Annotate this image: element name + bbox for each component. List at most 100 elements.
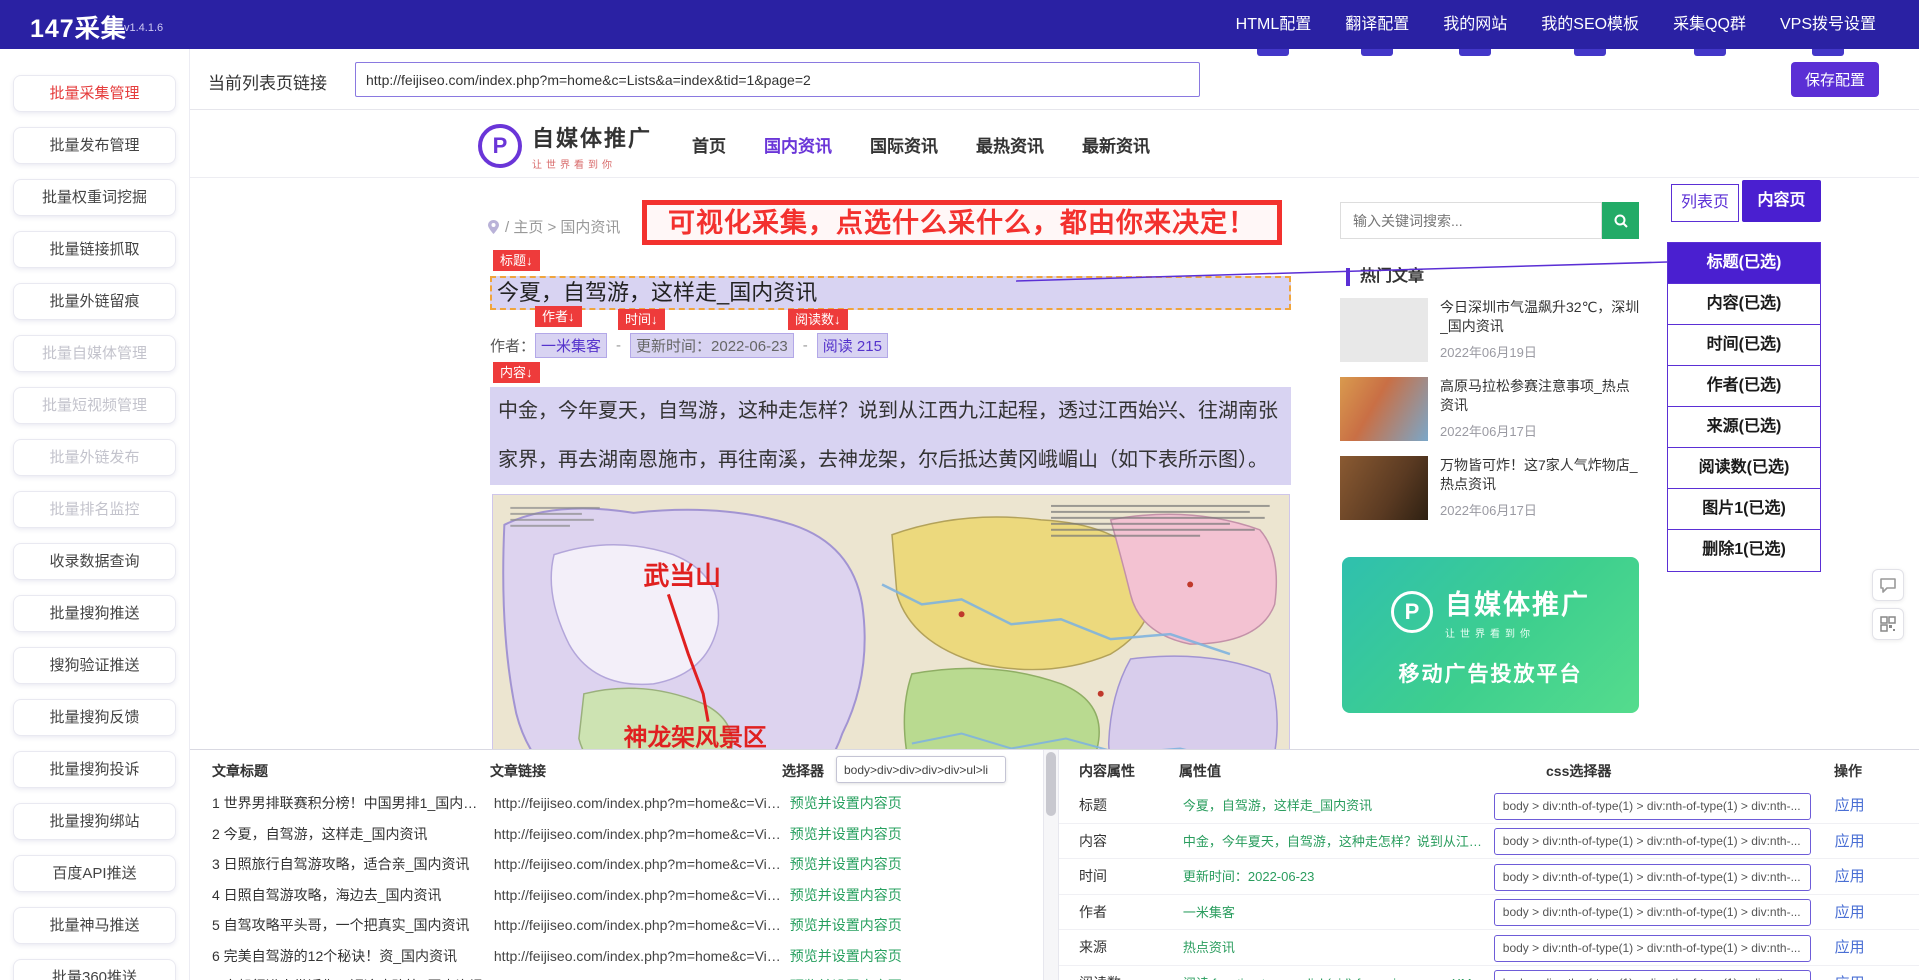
field-item[interactable]: 来源(已选) [1668, 407, 1820, 448]
css-selector-input[interactable]: body > div:nth-of-type(1) > div:nth-of-t… [1494, 828, 1811, 855]
reads-field-tag[interactable]: 阅读数↓ [788, 309, 848, 330]
hot-article-date: 2022年06月17日 [1440, 500, 1640, 519]
topbar-nav-item[interactable]: 我的SEO模板 [1524, 0, 1656, 49]
sidebar-item[interactable]: 批量360推送 [13, 959, 176, 980]
author-value[interactable]: 一米集客 [535, 333, 607, 358]
sidebar-item[interactable]: 批量发布管理 [13, 127, 176, 164]
sidebar-item[interactable]: 批量短视频管理 [13, 387, 176, 424]
site-nav-item[interactable]: 国内资讯 [764, 132, 832, 157]
hot-article[interactable]: 高原马拉松参赛注意事项_热点资讯 2022年06月17日 [1340, 377, 1640, 444]
article-row-title: 7 自驾行进人带近你：短途攻略等_国内资讯 [212, 971, 490, 980]
preview-set-content-link[interactable]: 预览并设置内容页 [790, 826, 902, 842]
field-item[interactable]: 阅读数(已选) [1668, 448, 1820, 489]
time-field-tag[interactable]: 时间↓ [618, 309, 665, 330]
preview-set-content-link[interactable]: 预览并设置内容页 [790, 917, 902, 933]
field-item[interactable]: 删除1(已选) [1668, 530, 1820, 571]
hot-article[interactable]: 万物皆可炸！这7家人气炸物店_热点资讯 2022年06月17日 [1340, 456, 1640, 523]
css-selector-input[interactable]: body > div:nth-of-type(1) > div:nth-of-t… [1494, 970, 1811, 980]
content-field-tag[interactable]: 内容↓ [493, 362, 540, 383]
hot-articles-heading: 热门文章 [1346, 268, 1424, 286]
apply-button[interactable]: 应用 [1835, 975, 1865, 980]
nav-indicator [1812, 49, 1844, 56]
author-field-tag[interactable]: 作者↓ [535, 306, 582, 327]
sidebar-item[interactable]: 批量采集管理 [13, 75, 176, 112]
article-title[interactable]: 今夏，自驾游，这样走_国内资讯 [490, 276, 1291, 310]
css-selector-input[interactable]: body > div:nth-of-type(1) > div:nth-of-t… [1494, 793, 1811, 820]
site-nav-item[interactable]: 最新资讯 [1082, 132, 1150, 157]
col-content-attr: 内容属性 [1079, 761, 1135, 781]
list-selector-input[interactable] [836, 756, 1006, 783]
field-item[interactable]: 图片1(已选) [1668, 489, 1820, 530]
site-search-button[interactable] [1602, 202, 1639, 239]
sidebar-item[interactable]: 批量搜狗反馈 [13, 699, 176, 736]
css-selector-input[interactable]: body > div:nth-of-type(1) > div:nth-of-t… [1494, 899, 1811, 926]
field-item[interactable]: 时间(已选) [1668, 325, 1820, 366]
preview-set-content-link[interactable]: 预览并设置内容页 [790, 887, 902, 903]
site-nav-item[interactable]: 国际资讯 [870, 132, 938, 157]
col-css-selector: css选择器 [1546, 761, 1611, 781]
sidebar-item[interactable]: 批量搜狗绑站 [13, 803, 176, 840]
apply-button[interactable]: 应用 [1835, 904, 1865, 921]
sidebar-item[interactable]: 收录数据查询 [13, 543, 176, 580]
sidebar-item[interactable]: 百度API推送 [13, 855, 176, 892]
site-nav-item[interactable]: 最热资讯 [976, 132, 1044, 157]
sidebar-item[interactable]: 批量权重词挖掘 [13, 179, 176, 216]
list-scrollbar[interactable] [1043, 750, 1058, 980]
apply-button[interactable]: 应用 [1835, 868, 1865, 885]
site-nav-item[interactable]: 首页 [692, 132, 726, 157]
qr-code-button[interactable] [1872, 608, 1904, 640]
hot-article[interactable]: 今日深圳市气温飙升32℃，深圳_国内资讯 2022年06月19日 [1340, 298, 1640, 365]
preview-set-content-link[interactable]: 预览并设置内容页 [790, 795, 902, 811]
scrollbar-thumb[interactable] [1046, 752, 1056, 816]
topbar-nav-item[interactable]: VPS拨号设置 [1763, 0, 1893, 49]
sidebar-item[interactable]: 批量链接抓取 [13, 231, 176, 268]
sidebar-item[interactable]: 批量外链留痕 [13, 283, 176, 320]
sidebar-item[interactable]: 批量自媒体管理 [13, 335, 176, 372]
attribute-value: 更新时间：2022-06-23 [1183, 859, 1490, 895]
article-row: 6 完美自驾游的12个秘诀！资_国内资讯 http://feijiseo.com… [190, 941, 1043, 972]
topbar-nav-item[interactable]: 采集QQ群 [1656, 0, 1763, 49]
hot-article-title[interactable]: 万物皆可炸！这7家人气炸物店_热点资讯 [1440, 456, 1640, 494]
hot-article-date: 2022年06月17日 [1440, 421, 1640, 440]
field-item[interactable]: 作者(已选) [1668, 366, 1820, 407]
sidebar-item[interactable]: 搜狗验证推送 [13, 647, 176, 684]
tab-content-page[interactable]: 内容页 [1742, 180, 1821, 222]
hot-article-title[interactable]: 高原马拉松参赛注意事项_热点资讯 [1440, 377, 1640, 415]
hot-article-title[interactable]: 今日深圳市气温飙升32℃，深圳_国内资讯 [1440, 298, 1640, 336]
site-search-input[interactable] [1340, 202, 1602, 239]
topbar-nav-item[interactable]: HTML配置 [1219, 0, 1329, 49]
article-row-link: http://feijiseo.com/index.php?m=home&c=V… [494, 819, 782, 850]
topbar-nav-item[interactable]: 翻译配置 [1328, 0, 1426, 49]
apply-button[interactable]: 应用 [1835, 797, 1865, 814]
tab-list-page[interactable]: 列表页 [1671, 184, 1739, 222]
preview-set-content-link[interactable]: 预览并设置内容页 [790, 948, 902, 964]
topbar-nav-item[interactable]: 我的网站 [1426, 0, 1524, 49]
col-attr-value: 属性值 [1179, 761, 1221, 781]
css-selector-input[interactable]: body > div:nth-of-type(1) > div:nth-of-t… [1494, 935, 1811, 962]
ad-banner[interactable]: P 自媒体推广 让世界看到你 移动广告投放平台 [1342, 557, 1639, 713]
sidebar-item[interactable]: 批量排名监控 [13, 491, 176, 528]
time-value[interactable]: 更新时间：2022-06-23 [630, 333, 794, 358]
sidebar-item[interactable]: 批量外链发布 [13, 439, 176, 476]
article-content[interactable]: 中金，今年夏天，自驾游，这种走怎样？说到从江西九江起程，透过江西始兴、往湖南张家… [490, 387, 1291, 485]
breadcrumb[interactable]: / 主页 > 国内资讯 [488, 216, 620, 237]
list-url-input[interactable] [355, 62, 1200, 97]
reads-value[interactable]: 阅读 215 [817, 333, 888, 358]
sidebar-item[interactable]: 批量神马推送 [13, 907, 176, 944]
field-item[interactable]: 标题(已选) [1668, 243, 1820, 284]
ad-caption: 移动广告投放平台 [1342, 658, 1639, 688]
save-config-button[interactable]: 保存配置 [1791, 62, 1879, 97]
preview-set-content-link[interactable]: 预览并设置内容页 [790, 856, 902, 872]
ad-logo-icon: P [1391, 591, 1433, 633]
apply-button[interactable]: 应用 [1835, 939, 1865, 956]
article-list-header: 文章标题 文章链接 选择器 [190, 750, 1043, 788]
apply-button[interactable]: 应用 [1835, 833, 1865, 850]
feedback-button[interactable] [1872, 569, 1904, 601]
title-field-tag[interactable]: 标题↓ [493, 250, 540, 271]
meta-separator: - [616, 337, 621, 354]
article-map-image[interactable]: 武当山 神龙架风景区 [492, 494, 1290, 749]
sidebar-item[interactable]: 批量搜狗推送 [13, 595, 176, 632]
css-selector-input[interactable]: body > div:nth-of-type(1) > div:nth-of-t… [1494, 864, 1811, 891]
field-item[interactable]: 内容(已选) [1668, 284, 1820, 325]
sidebar-item[interactable]: 批量搜狗投诉 [13, 751, 176, 788]
